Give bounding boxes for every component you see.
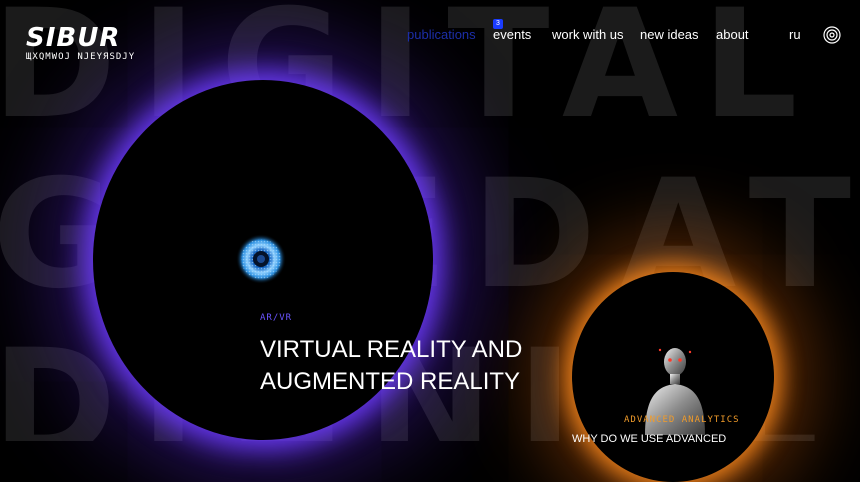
logo[interactable]: SIBUR ЩХQМWОJ NJЕҮЯSDJҮ [26, 23, 136, 62]
card-tag: ADVANCED ANALYTICS [624, 415, 740, 425]
target-icon[interactable] [823, 26, 841, 44]
nav-work-with-us[interactable]: work with us [552, 27, 624, 42]
nav-events[interactable]: events [493, 27, 531, 42]
nav-about[interactable]: about [716, 27, 749, 42]
nav-new-ideas[interactable]: new ideas [640, 27, 699, 42]
card-tag: AR/VR [260, 313, 293, 323]
events-count-badge: 3 [493, 19, 503, 29]
logo-subtitle: ЩХQМWОJ NJЕҮЯSDJҮ [26, 52, 136, 62]
logo-wordmark: SIBUR [26, 23, 121, 53]
site-header: SIBUR ЩХQМWОJ NJЕҮЯSDJҮ publications eve… [0, 0, 860, 70]
card-title[interactable]: WHY DO WE USE ADVANCED [572, 433, 792, 445]
card-title[interactable]: VIRTUAL REALITY AND AUGMENTED REALITY [260, 334, 560, 398]
language-switch[interactable]: ru [789, 27, 801, 42]
eye-icon [236, 234, 286, 284]
nav-publications[interactable]: publications [407, 27, 476, 42]
